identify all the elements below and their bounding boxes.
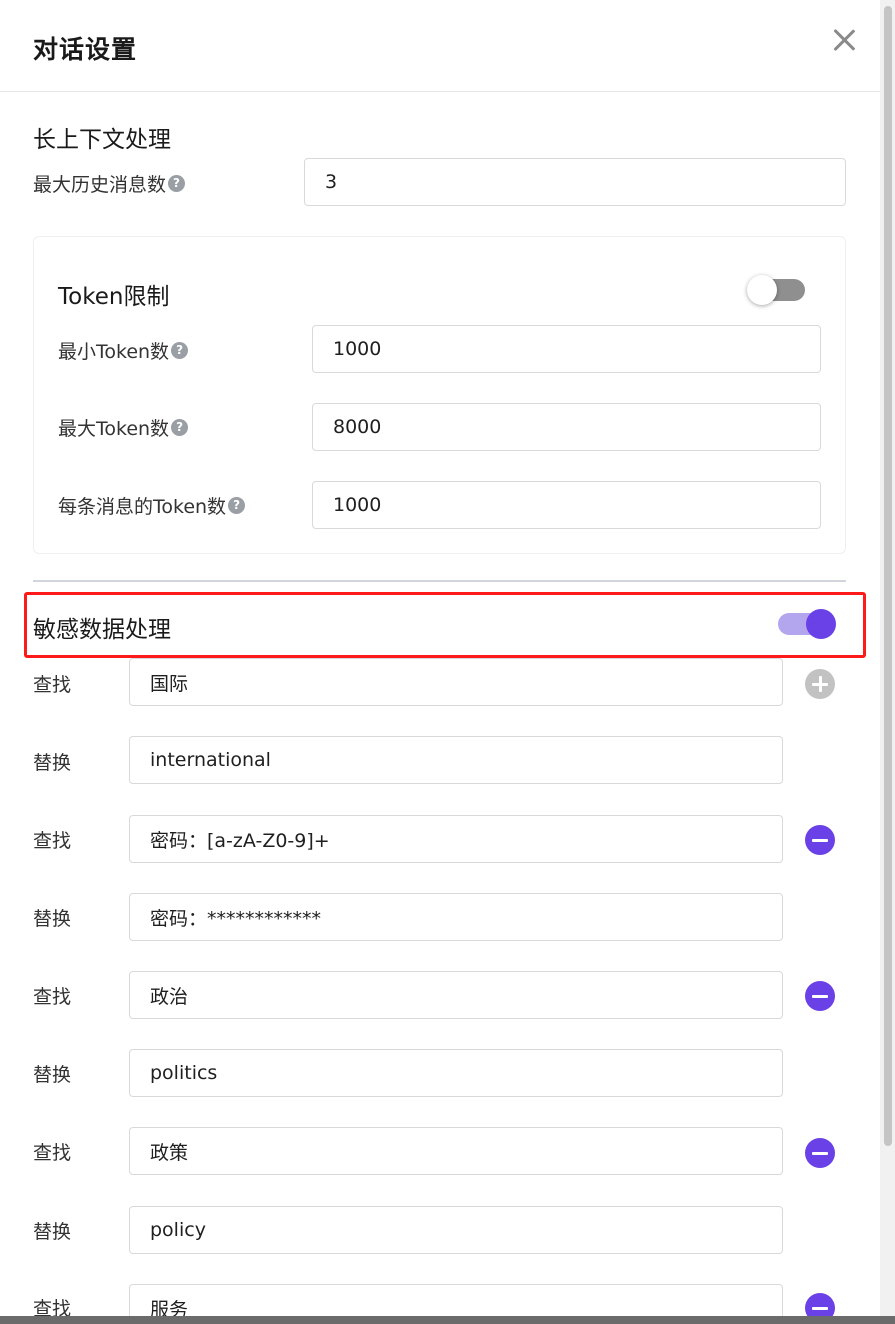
- token-limit-toggle[interactable]: [747, 275, 805, 305]
- find-input[interactable]: 政策: [129, 1127, 783, 1175]
- question-circle-icon[interactable]: ?: [171, 341, 189, 359]
- minus-circle-icon[interactable]: [805, 981, 835, 1011]
- question-circle-icon[interactable]: ?: [228, 496, 246, 514]
- long-context-heading: 长上下文处理: [33, 127, 171, 153]
- find-label: 查找: [33, 1141, 72, 1164]
- section-divider: [33, 580, 846, 582]
- per-message-tokens-label-text: 每条消息的Token数: [58, 495, 227, 518]
- dialog-title: 对话设置: [33, 35, 138, 64]
- replace-input[interactable]: policy: [129, 1206, 783, 1254]
- close-icon[interactable]: [828, 24, 860, 56]
- per-message-tokens-label: 每条消息的Token数?: [58, 492, 246, 518]
- replace-input[interactable]: politics: [129, 1049, 783, 1097]
- find-input[interactable]: 密码：[a-zA-Z0-9]+: [129, 815, 783, 863]
- max-tokens-label-text: 最大Token数: [58, 417, 170, 440]
- minus-circle-icon[interactable]: [805, 1138, 835, 1168]
- replace-label: 替换: [33, 907, 72, 930]
- sensitive-heading: 敏感数据处理: [33, 617, 171, 643]
- max-tokens-label: 最大Token数?: [58, 414, 189, 440]
- find-label: 查找: [33, 673, 72, 696]
- min-tokens-input[interactable]: 1000: [312, 325, 821, 373]
- replace-label: 替换: [33, 751, 72, 774]
- replace-label: 替换: [33, 1220, 72, 1243]
- plus-circle-icon[interactable]: [805, 669, 835, 699]
- toggle-knob: [747, 275, 777, 305]
- max-history-label-text: 最大历史消息数: [33, 173, 167, 196]
- bottom-edge: [0, 1316, 895, 1324]
- find-label: 查找: [33, 829, 72, 852]
- max-history-input[interactable]: 3: [304, 158, 846, 206]
- max-tokens-input[interactable]: 8000: [312, 403, 821, 451]
- sensitive-toggle[interactable]: [778, 609, 836, 639]
- scrollbar-thumb[interactable]: [884, 6, 892, 1146]
- max-history-label: 最大历史消息数?: [33, 170, 186, 196]
- dialog-header: 对话设置: [0, 0, 880, 92]
- per-message-tokens-input[interactable]: 1000: [312, 481, 821, 529]
- replace-input[interactable]: 密码：************: [129, 893, 783, 941]
- minus-circle-icon[interactable]: [805, 825, 835, 855]
- question-circle-icon[interactable]: ?: [171, 418, 189, 436]
- replace-input[interactable]: international: [129, 736, 783, 784]
- min-tokens-label: 最小Token数?: [58, 337, 189, 363]
- find-label: 查找: [33, 985, 72, 1008]
- find-input[interactable]: 政治: [129, 971, 783, 1019]
- toggle-knob: [806, 609, 836, 639]
- min-tokens-label-text: 最小Token数: [58, 340, 170, 363]
- find-input[interactable]: 国际: [129, 658, 783, 706]
- token-limit-heading: Token限制: [58, 284, 170, 310]
- question-circle-icon[interactable]: ?: [168, 174, 186, 192]
- replace-label: 替换: [33, 1063, 72, 1086]
